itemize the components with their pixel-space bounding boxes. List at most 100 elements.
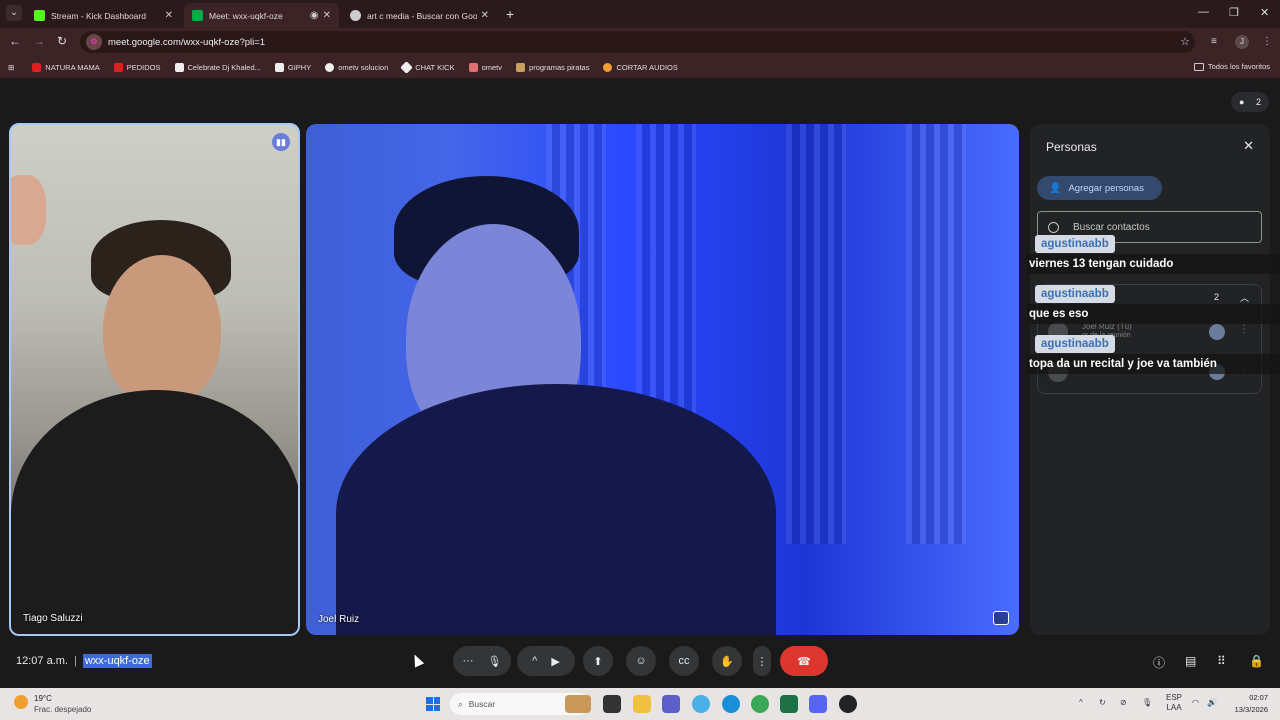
bookmark-star-icon[interactable]: ☆ bbox=[1180, 35, 1190, 48]
hang-up-icon: ☎ bbox=[797, 655, 811, 668]
window-close-icon[interactable]: ✕ bbox=[1260, 6, 1269, 19]
close-icon[interactable]: ✕ bbox=[165, 10, 173, 21]
globe-icon bbox=[325, 62, 335, 72]
tray-icon[interactable]: ↻ bbox=[1099, 698, 1106, 707]
app-icon[interactable] bbox=[839, 695, 857, 713]
bookmark-programas-piratas[interactable]: programas piratas bbox=[516, 62, 590, 72]
add-people-button[interactable]: 👤 Agregar personas bbox=[1037, 176, 1162, 200]
info-icon[interactable]: ⓘ bbox=[1153, 654, 1165, 671]
raise-hand-button[interactable]: ✋ bbox=[712, 646, 742, 676]
apps-icon[interactable]: ⊞ bbox=[8, 63, 14, 72]
participant-name: Tiago Saluzzi bbox=[23, 613, 83, 624]
captions-button[interactable]: cc bbox=[669, 646, 699, 676]
video-tile-tiago[interactable]: ▮▮ Tiago Saluzzi bbox=[9, 123, 300, 636]
chevron-up-icon[interactable]: ︿ bbox=[1240, 291, 1249, 304]
video-tile-joel[interactable]: Joel Ruiz bbox=[306, 124, 1019, 635]
browser-toolbar: ← → ↻ ⚙ meet.google.com/wxx-uqkf-oze?pli… bbox=[0, 28, 1280, 56]
microphone-icon[interactable]: 🎙 bbox=[488, 655, 502, 668]
chevron-up-icon[interactable]: ^ bbox=[1079, 698, 1083, 707]
keyboard-code: LAA bbox=[1166, 703, 1182, 712]
chat-username: agustinaabb bbox=[1035, 335, 1115, 353]
all-favorites[interactable]: Todos los favoritos bbox=[1193, 62, 1270, 71]
new-tab-button[interactable]: + bbox=[506, 6, 514, 22]
tab-kick-dashboard[interactable]: Stream - Kick Dashboard ✕ bbox=[26, 3, 181, 28]
forward-icon[interactable]: → bbox=[33, 34, 45, 48]
language-indicator[interactable]: ESP LAA bbox=[1166, 693, 1182, 713]
bookmark-celebrate[interactable]: Celebrate Dj Khaled... bbox=[174, 62, 261, 72]
wifi-icon[interactable]: ◠ bbox=[1192, 698, 1199, 707]
browser-tab-strip: ⌄ Stream - Kick Dashboard ✕ Meet: wxx-uq… bbox=[0, 0, 1280, 28]
excel-icon[interactable] bbox=[780, 695, 798, 713]
volume-icon[interactable]: 🔊 bbox=[1207, 698, 1217, 707]
chevron-up-icon[interactable]: ^ bbox=[532, 655, 537, 667]
chat-username: agustinaabb bbox=[1035, 235, 1115, 253]
close-icon[interactable]: ✕ bbox=[1243, 138, 1254, 154]
host-controls-icon[interactable]: 🔒 bbox=[1249, 654, 1264, 668]
clock-time: 02:07 bbox=[1249, 693, 1268, 702]
page-icon bbox=[174, 62, 184, 72]
reload-icon[interactable]: ↻ bbox=[57, 34, 67, 48]
google-icon bbox=[350, 10, 361, 21]
chrome-icon[interactable] bbox=[751, 695, 769, 713]
add-people-label: Agregar personas bbox=[1068, 182, 1144, 194]
bookmark-label: programas piratas bbox=[529, 62, 590, 72]
more-options-button[interactable]: ⋮ bbox=[753, 646, 771, 676]
site-info-icon[interactable]: ⚙ bbox=[86, 34, 102, 50]
back-icon[interactable]: ← bbox=[9, 34, 21, 48]
picture-in-picture-icon[interactable] bbox=[993, 611, 1009, 625]
windows-start-icon[interactable] bbox=[426, 697, 440, 711]
activities-icon[interactable]: ⠿ bbox=[1217, 654, 1226, 668]
profile-avatar[interactable]: J bbox=[1235, 35, 1249, 49]
address-bar[interactable]: ⚙ meet.google.com/wxx-uqkf-oze?pli=1 bbox=[80, 31, 1195, 53]
bookmark-chat-kick[interactable]: CHAT KICK bbox=[400, 60, 455, 74]
copilot-icon[interactable] bbox=[692, 695, 710, 713]
file-explorer-icon[interactable] bbox=[633, 695, 651, 713]
more-audio-icon[interactable]: ··· bbox=[463, 655, 474, 667]
camera-icon[interactable]: ▶ bbox=[551, 655, 559, 668]
participants-chip[interactable]: ● 2 bbox=[1231, 92, 1269, 112]
close-icon[interactable]: ✕ bbox=[323, 10, 331, 21]
camera-control[interactable]: ^ ▶ bbox=[517, 646, 575, 676]
bookmark-ometv-solucion[interactable]: ometv solucion bbox=[325, 62, 388, 72]
minimize-icon[interactable]: — bbox=[1198, 6, 1209, 18]
bookmark-ometv[interactable]: ometv bbox=[468, 62, 502, 72]
discord-icon[interactable] bbox=[809, 695, 827, 713]
url-text: meet.google.com/wxx-uqkf-oze?pli=1 bbox=[108, 36, 266, 48]
people-icon: ● bbox=[1239, 97, 1245, 107]
bookmark-cortar-audios[interactable]: CORTAR AUDIOS bbox=[603, 62, 678, 72]
present-button[interactable]: ⬆ bbox=[583, 646, 613, 676]
tab-meet[interactable]: Meet: wxx-uqkf-oze ◉ ✕ bbox=[184, 3, 339, 28]
audio-level-icon bbox=[1209, 324, 1225, 340]
edge-icon[interactable] bbox=[722, 695, 740, 713]
bookmark-label: CORTAR AUDIOS bbox=[616, 62, 678, 72]
restore-icon[interactable]: ❐ bbox=[1229, 6, 1239, 19]
leave-call-button[interactable]: ☎ bbox=[780, 646, 828, 676]
microphone-control[interactable]: ··· 🎙 bbox=[453, 646, 511, 676]
video-feed bbox=[906, 124, 966, 544]
tab-search-button[interactable]: ⌄ bbox=[6, 5, 22, 21]
mouse-cursor-icon bbox=[409, 652, 425, 668]
network-icon[interactable]: ⊘ bbox=[1120, 698, 1127, 707]
bookmark-giphy[interactable]: GIPHY bbox=[274, 62, 311, 72]
tab-google-search[interactable]: art c media - Buscar con Googl ✕ bbox=[342, 3, 497, 28]
task-view-icon[interactable] bbox=[603, 695, 621, 713]
search-placeholder: Buscar contactos bbox=[1073, 221, 1150, 233]
bookmark-natura-mama[interactable]: NATURA MAMA bbox=[32, 62, 100, 72]
search-highlight-icon[interactable] bbox=[565, 695, 591, 713]
more-options-icon[interactable]: ⋮ bbox=[1239, 324, 1249, 335]
meeting-code[interactable]: wxx-uqkf-oze bbox=[82, 654, 152, 668]
reactions-button[interactable]: ☺ bbox=[626, 646, 656, 676]
taskbar-clock[interactable]: 02:07 13/3/2026 bbox=[1235, 692, 1268, 716]
browser-menu-icon[interactable]: ⋮ bbox=[1262, 36, 1272, 47]
meeting-info: 12:07 a.m. | wxx-uqkf-oze bbox=[16, 654, 152, 668]
close-icon[interactable]: ✕ bbox=[481, 10, 489, 21]
microphone-icon[interactable]: 🎙 bbox=[1142, 698, 1152, 707]
video-feed bbox=[11, 175, 46, 245]
media-control-icon[interactable]: ≡ bbox=[1211, 36, 1217, 47]
bookmark-pedidos[interactable]: PEDIDOS bbox=[113, 62, 161, 72]
chat-icon[interactable]: ▤ bbox=[1185, 654, 1196, 668]
tab-title: Stream - Kick Dashboard bbox=[51, 10, 146, 21]
teams-icon[interactable] bbox=[662, 695, 680, 713]
weather-icon bbox=[14, 695, 28, 709]
video-feed bbox=[786, 124, 846, 544]
